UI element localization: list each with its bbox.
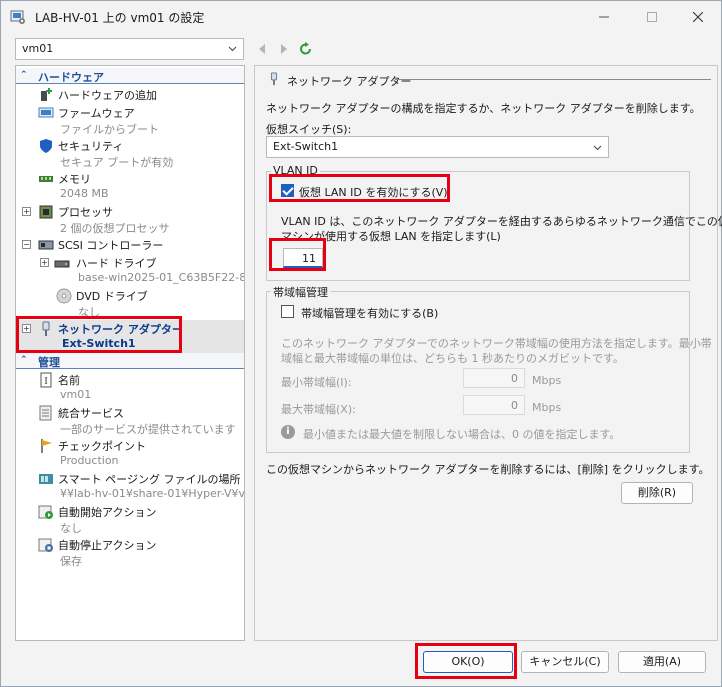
hard-drive-icon xyxy=(54,260,70,268)
tree-item-memory[interactable]: メモリ 2048 MB xyxy=(16,170,244,203)
hyperv-settings-icon xyxy=(10,10,25,24)
minimize-button[interactable] xyxy=(581,1,627,33)
tree-item-name[interactable]: I 名前 vm01 xyxy=(16,371,244,404)
processor-icon xyxy=(39,205,53,219)
cancel-button[interactable]: キャンセル(C) xyxy=(521,651,609,673)
tree-item-processor[interactable]: + プロセッサ 2 個の仮想プロセッサ xyxy=(16,203,244,236)
bandwidth-enable-checkbox[interactable] xyxy=(281,305,294,318)
tree-item-smart-paging[interactable]: スマート ページング ファイルの場所 ¥¥lab-hv-01¥share-01¥… xyxy=(16,470,244,503)
expand-icon[interactable]: + xyxy=(22,324,31,333)
remove-button[interactable]: 削除(R) xyxy=(621,482,693,504)
integration-services-icon xyxy=(39,405,52,421)
collapse-icon: ⌃ xyxy=(20,70,28,80)
window-title: LAB-HV-01 上の vm01 の設定 xyxy=(35,11,205,25)
tree-item-hard-drive[interactable]: + ハード ドライブ base-win2025-01_C63B5F22-8... xyxy=(16,254,244,287)
firmware-icon xyxy=(38,107,54,118)
tree-item-network-adapter[interactable]: + ネットワーク アダプター Ext-Switch1 xyxy=(16,320,244,353)
nav-toolbar xyxy=(255,39,313,59)
section-hardware[interactable]: ⌃ ハードウェア xyxy=(16,68,244,84)
collapse-tree-icon[interactable]: − xyxy=(22,240,31,249)
max-bandwidth-label: 最大帯域幅(X): xyxy=(281,403,356,416)
min-bandwidth-unit: Mbps xyxy=(532,374,562,387)
bandwidth-group-title: 帯域幅管理 xyxy=(271,284,330,300)
info-icon: i xyxy=(281,425,295,439)
minimize-icon xyxy=(599,16,609,18)
forward-arrow-icon[interactable] xyxy=(277,41,291,57)
bandwidth-note: 最小値または最大値を制限しない場合は、0 の値を指定します。 xyxy=(303,428,621,441)
bandwidth-description-2: 域幅と最大帯域幅の単位は、どちらも 1 秒あたりのメガビットです。 xyxy=(281,352,624,365)
virtual-switch-value: Ext-Switch1 xyxy=(273,140,339,153)
scsi-controller-icon xyxy=(38,240,54,250)
vlan-description-1: VLAN ID は、このネットワーク アダプターを経由するあらゆるネットワーク通… xyxy=(281,215,722,228)
vlan-id-input[interactable]: 11 xyxy=(283,248,323,268)
bandwidth-group: 帯域幅管理 帯域幅管理を有効にする(B) このネットワーク アダプターでのネット… xyxy=(266,284,712,453)
chevron-down-icon xyxy=(593,145,602,151)
vlan-group: VLAN ID 仮想 LAN ID を有効にする(V) VLAN ID は、この… xyxy=(266,164,722,281)
close-button[interactable] xyxy=(675,1,721,33)
vlan-description-2: マシンが使用する仮想 LAN を指定します(L) xyxy=(281,230,501,243)
vlan-group-title: VLAN ID xyxy=(271,164,320,177)
auto-start-icon xyxy=(38,505,53,519)
tree-item-auto-stop[interactable]: 自動停止アクション 保存 xyxy=(16,536,244,569)
auto-stop-icon xyxy=(38,538,53,552)
tree-item-firmware[interactable]: ファームウェア ファイルからブート xyxy=(16,104,244,137)
tree-item-checkpoints[interactable]: チェックポイント Production xyxy=(16,437,244,470)
refresh-icon[interactable] xyxy=(299,41,313,57)
collapse-icon: ⌃ xyxy=(20,355,28,365)
min-bandwidth-input[interactable]: 0 xyxy=(463,368,525,388)
virtual-switch-select[interactable]: Ext-Switch1 xyxy=(266,136,609,158)
maximize-icon xyxy=(647,12,657,22)
add-hardware-icon xyxy=(41,88,52,101)
dvd-drive-icon xyxy=(56,288,72,304)
network-adapter-icon xyxy=(42,321,50,336)
expand-icon[interactable]: + xyxy=(40,258,49,267)
tree-item-dvd-drive[interactable]: DVD ドライブ なし xyxy=(16,287,244,320)
panel-title: ネットワーク アダプター xyxy=(287,75,412,88)
panel-description: ネットワーク アダプターの構成を指定するか、ネットワーク アダプターを削除します… xyxy=(266,102,701,115)
chevron-down-icon xyxy=(228,46,237,52)
network-adapter-icon xyxy=(270,72,278,86)
section-management[interactable]: ⌃ 管理 xyxy=(16,353,244,369)
smart-paging-icon xyxy=(39,474,53,484)
vm-select-value: vm01 xyxy=(22,42,54,55)
tree-item-auto-start[interactable]: 自動開始アクション なし xyxy=(16,503,244,536)
virtual-switch-label: 仮想スイッチ(S): xyxy=(266,123,352,136)
expand-icon[interactable]: + xyxy=(22,207,31,216)
memory-icon xyxy=(39,176,53,182)
vm-select[interactable]: vm01 xyxy=(15,38,244,60)
ok-button[interactable]: OK(O) xyxy=(423,651,513,673)
title-divider xyxy=(395,79,711,80)
bandwidth-description-1: このネットワーク アダプターでのネットワーク帯域幅の使用方法を指定します。最小帯 xyxy=(281,337,712,350)
network-adapter-panel: ネットワーク アダプター ネットワーク アダプターの構成を指定するか、ネットワー… xyxy=(254,65,722,641)
vlan-enable-label: 仮想 LAN ID を有効にする(V) xyxy=(299,186,448,199)
svg-text:I: I xyxy=(44,376,47,387)
back-arrow-icon[interactable] xyxy=(255,41,269,57)
settings-tree: ⌃ ハードウェア ハードウェアの追加 ファームウェア ファイルからブート セキュ… xyxy=(15,65,245,641)
vlan-enable-checkbox[interactable] xyxy=(281,184,294,197)
checkpoint-icon xyxy=(41,439,52,453)
min-bandwidth-label: 最小帯域幅(I): xyxy=(281,376,352,389)
title-bar: LAB-HV-01 上の vm01 の設定 xyxy=(1,1,721,33)
max-bandwidth-input[interactable]: 0 xyxy=(463,395,525,415)
name-icon: I xyxy=(40,372,52,388)
apply-button[interactable]: 適用(A) xyxy=(618,651,706,673)
bandwidth-enable-label: 帯域幅管理を有効にする(B) xyxy=(301,307,439,320)
close-icon xyxy=(693,12,703,22)
maximize-button[interactable] xyxy=(629,1,675,33)
settings-window: LAB-HV-01 上の vm01 の設定 vm01 ⌃ ハードウェア ハードウ… xyxy=(0,0,722,687)
max-bandwidth-unit: Mbps xyxy=(532,401,562,414)
remove-description: この仮想マシンからネットワーク アダプターを削除するには、[削除] をクリックし… xyxy=(266,463,710,476)
tree-item-integration-services[interactable]: 統合サービス 一部のサービスが提供されています xyxy=(16,404,244,437)
shield-icon xyxy=(40,139,52,153)
tree-item-security[interactable]: セキュリティ セキュア ブートが有効 xyxy=(16,137,244,170)
